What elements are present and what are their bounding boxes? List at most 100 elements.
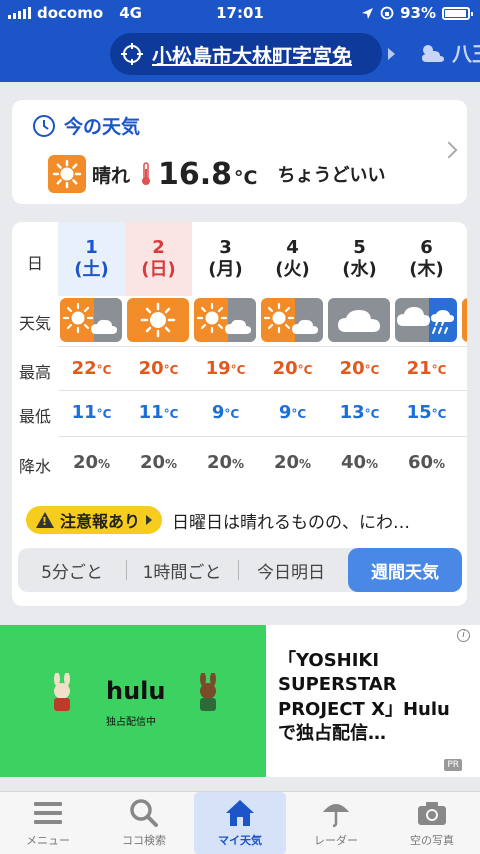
camera-icon <box>418 802 446 825</box>
battery-icon <box>442 6 473 20</box>
tab-menu[interactable]: メニュー <box>0 792 96 854</box>
tab-sky-photos[interactable]: 空の写真 <box>384 792 480 854</box>
day-date: 2 <box>152 236 165 258</box>
sun-cloud-icon <box>422 44 444 62</box>
tab-label: メニュー <box>26 834 70 847</box>
rain-chance: 20% <box>273 452 312 473</box>
tab-label: ココ検索 <box>122 834 166 847</box>
ad-banner[interactable]: hulu 独占配信中 「YOSHIKI SUPERSTAR PROJECT X」… <box>0 625 480 777</box>
tab-label: 空の写真 <box>410 834 454 847</box>
ad-image[interactable]: hulu 独占配信中 <box>0 625 266 777</box>
rain-chance: 60% <box>407 452 446 473</box>
forecast-day-column[interactable]: 3 (月) 19°C 9°C 20% <box>192 222 259 487</box>
high-temp: 20°C <box>138 358 179 379</box>
current-comment: ちょうどいい <box>277 165 386 186</box>
forecast-day-column[interactable]: 4 (火) 20°C 9°C 20% <box>259 222 326 487</box>
forecast-segmented-control: 5分ごと 1時間ごと 今日明日 週間天気 <box>18 548 462 592</box>
low-temp: 15°C <box>406 402 447 423</box>
day-weekday: (土) <box>74 259 109 280</box>
rain-chance: 20% <box>72 452 111 473</box>
forecast-day-column[interactable]: 5 (水) 20°C 13°C 40% <box>326 222 393 487</box>
day-weekday: (日) <box>141 259 176 280</box>
tab-5min[interactable]: 5分ごと <box>18 548 126 592</box>
day-header: 1 (土) <box>58 222 125 296</box>
battery-percent: 93% <box>400 4 436 22</box>
low-temp: 11°C <box>71 402 112 423</box>
low-temp: 13°C <box>339 402 380 423</box>
high-temp: 21°C <box>406 358 447 379</box>
row-label-day: 日 <box>26 254 43 273</box>
hulu-subtitle: 独占配信中 <box>106 717 156 728</box>
high-temp: 20°C <box>339 358 380 379</box>
menu-icon <box>34 802 62 824</box>
day-weekday: (月) <box>208 259 243 280</box>
low-temp: 11°C <box>138 402 179 423</box>
chevron-right-icon <box>146 515 153 525</box>
sun-icon <box>127 298 189 342</box>
app-header: docomo 4G 17:01 93% 小松島市大林町字宮免 八王 <box>0 0 480 82</box>
row-label-weather: 天気 <box>18 314 51 333</box>
row-label-rain: 降水 <box>18 457 51 476</box>
tab-search[interactable]: ココ検索 <box>96 792 192 854</box>
high-temp: 20°C <box>272 358 313 379</box>
warning-badge[interactable]: 注意報あり <box>26 506 163 534</box>
next-location-name: 八王 <box>452 42 480 66</box>
bottom-tab-bar: メニュー ココ検索 マイ天気 レーダー 空の写真 <box>0 791 480 854</box>
forecast-day-column[interactable]: 6 (木) 21°C 15°C 60% <box>393 222 460 487</box>
current-temperature: 16.8 <box>158 156 233 192</box>
tab-label: マイ天気 <box>218 834 262 847</box>
clock-icon <box>33 114 55 137</box>
thermometer-icon <box>142 162 151 185</box>
low-temp: 9°C <box>278 402 307 423</box>
forecast-day-column[interactable]: 1 (土) 22°C 11°C 20% <box>58 222 125 487</box>
current-weather-card[interactable]: 今の天気 晴れ 16.8 °C ちょうどいい <box>12 100 467 204</box>
day-date: 5 <box>353 236 366 258</box>
warning-icon <box>36 512 54 528</box>
ad-text[interactable]: 「YOSHIKI SUPERSTAR PROJECT X」Hulu で独占配信… <box>278 649 468 746</box>
rain-chance: 20% <box>139 452 178 473</box>
sun-cloud-icon <box>261 298 323 342</box>
sun-cloud-icon <box>60 298 122 342</box>
day-weekday: (火) <box>275 259 310 280</box>
day-header: 6 (木) <box>393 222 460 296</box>
tab-weekly[interactable]: 週間天気 <box>348 548 462 592</box>
info-icon[interactable]: i <box>457 629 470 642</box>
tab-today-tomorrow[interactable]: 今日明日 <box>238 548 344 592</box>
high-temp: 19°C <box>205 358 246 379</box>
day-date: 1 <box>85 236 98 258</box>
location-name: 小松島市大林町字宮免 <box>152 43 352 68</box>
notice-text[interactable]: 日曜日は晴れるものの、にわ… <box>172 508 410 533</box>
sun-icon <box>48 155 86 193</box>
chevron-right-icon[interactable] <box>440 141 458 159</box>
temperature-unit: °C <box>234 167 258 189</box>
pr-badge: PR <box>444 759 462 771</box>
home-icon <box>226 800 254 826</box>
location-selector[interactable]: 小松島市大林町字宮免 <box>110 33 382 75</box>
warning-label: 注意報あり <box>60 512 141 531</box>
status-bar: docomo 4G 17:01 93% <box>0 0 480 28</box>
rain-chance: 40% <box>340 452 379 473</box>
location-arrow-icon <box>362 7 374 19</box>
cloud-rain-icon <box>395 298 457 342</box>
cloud-icon <box>328 298 390 342</box>
rabbit-figure-icon <box>54 673 70 711</box>
row-label-high: 最高 <box>18 363 51 382</box>
next-location-arrow-icon[interactable] <box>388 48 395 60</box>
forecast-day-column[interactable]: 2 (日) 20°C 11°C 20% <box>125 222 192 487</box>
row-label-low: 最低 <box>18 407 51 426</box>
notice-row[interactable]: 注意報あり 日曜日は晴れるものの、にわ… <box>26 506 410 534</box>
tab-radar[interactable]: レーダー <box>288 792 384 854</box>
day-weekday: (木) <box>409 259 444 280</box>
rain-chance: 20% <box>206 452 245 473</box>
day-weekday: (水) <box>342 259 377 280</box>
day-date: 3 <box>219 236 232 258</box>
day-header: 2 (日) <box>125 222 192 296</box>
tab-my-weather[interactable]: マイ天気 <box>194 792 286 854</box>
current-condition: 晴れ <box>92 164 131 187</box>
next-location[interactable]: 八王 <box>418 38 480 67</box>
sun-icon <box>462 298 467 342</box>
day-header: 4 (火) <box>259 222 326 296</box>
forecast-grid: 日 天気 最高 最低 降水 1 (土) 22°C 11°C 20% 2 (日) 20°C 11°… <box>12 222 467 487</box>
tab-hourly[interactable]: 1時間ごと <box>126 548 238 592</box>
day-date: 4 <box>286 236 299 258</box>
